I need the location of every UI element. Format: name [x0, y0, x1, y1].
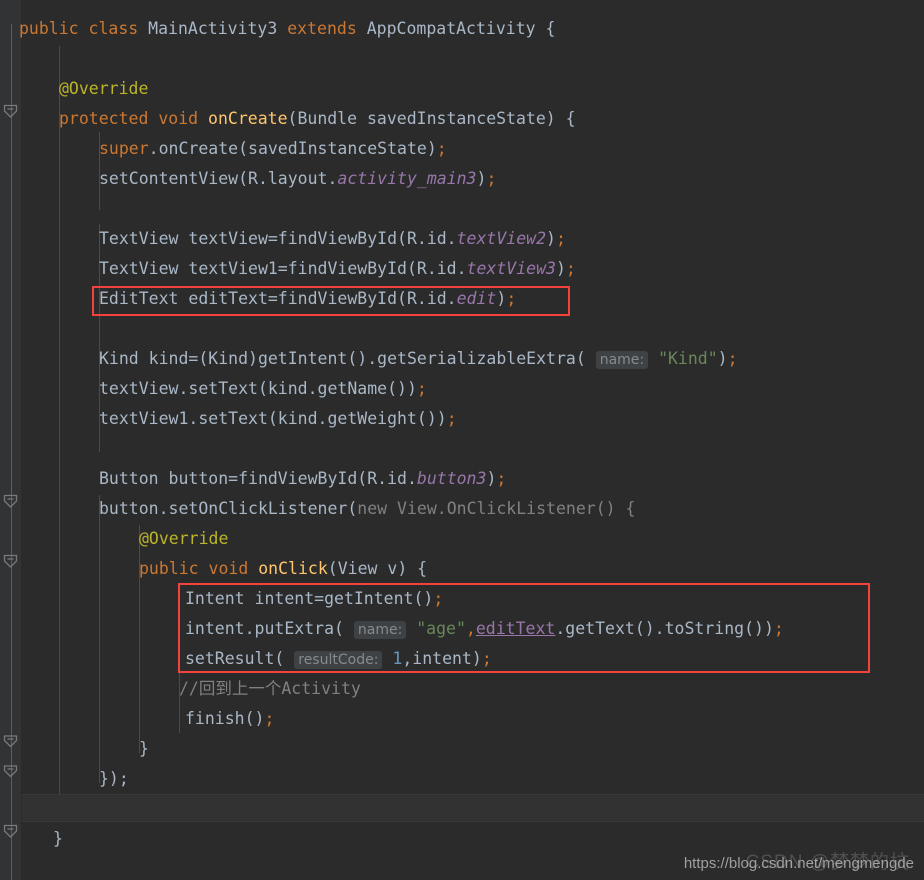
close-paren: ) [476, 169, 487, 188]
textview1-decl: TextView textView1=findViewById(R.id. [99, 259, 467, 278]
setonclicklistener-call: button.setOnClickListener( [99, 499, 358, 518]
edittext-decl: EditText editText=findViewById(R.id. [99, 289, 457, 308]
gettext-tostring-call: .getText().toString()) [555, 619, 774, 638]
id-field: edit [456, 289, 497, 308]
close-paren: ) [496, 289, 507, 308]
code-line: public void onClick(View v) { [139, 554, 427, 584]
code-line: button.setOnClickListener(new View.OnCli… [99, 494, 635, 524]
anonymous-class-type: View.OnClickListener() { [387, 499, 636, 518]
code-line: } [53, 824, 63, 854]
close-brace-class: } [53, 829, 63, 848]
code-line: TextView textView=findViewById(R.id.text… [99, 224, 566, 254]
code-line: textView.setText(kind.getName()); [99, 374, 427, 404]
code-line: @Override [59, 74, 148, 104]
semicolon: ; [773, 619, 784, 638]
number-literal: 1 [392, 649, 403, 668]
string-literal: "Kind" [658, 349, 718, 368]
close-paren: ) [555, 259, 566, 278]
code-line: intent.putExtra( name: "age",editText.ge… [185, 614, 784, 644]
code-line: TextView textView1=findViewById(R.id.tex… [99, 254, 576, 284]
semicolon: ; [416, 379, 427, 398]
code-editor[interactable]: public class MainActivity3 extends AppCo… [0, 0, 924, 880]
semicolon: ; [486, 169, 497, 188]
id-field: textView3 [466, 259, 556, 278]
code-line: }); [99, 764, 129, 794]
semicolon: ; [264, 709, 275, 728]
close-paren: ) [546, 229, 556, 248]
textview-decl: TextView textView=findViewById(R.id. [99, 229, 457, 248]
method-oncreate: onCreate [208, 109, 288, 128]
close-paren: ) [717, 349, 728, 368]
code-line: Kind kind=(Kind)getIntent().getSerializa… [99, 344, 738, 374]
inline-param-hint: name: [353, 621, 407, 639]
super-oncreate-call: .onCreate(savedInstanceState) [148, 139, 437, 158]
intent-decl: Intent intent=getIntent() [185, 589, 434, 608]
semicolon: ; [727, 349, 738, 368]
semicolon: ; [436, 139, 447, 158]
line-comment: //回到上一个Activity [179, 679, 361, 698]
code-line: finish(); [185, 704, 274, 734]
code-line: @Override [139, 524, 228, 554]
string-literal: "age" [416, 619, 466, 638]
method-params: (Bundle savedInstanceState) { [287, 109, 576, 128]
code-line: textView1.setText(kind.getWeight()); [99, 404, 457, 434]
keyword-public: public [19, 19, 79, 38]
code-text-layer[interactable]: public class MainActivity3 extends AppCo… [0, 0, 924, 880]
close-anon-class: }); [99, 769, 129, 788]
semicolon: ; [433, 589, 444, 608]
kind-decl: Kind kind=(Kind)getIntent().getSerializa… [99, 349, 586, 368]
layout-field: activity_main3 [337, 169, 477, 188]
textview1-settext-call: textView1.setText(kind.getWeight()) [99, 409, 447, 428]
button-decl: Button button=findViewById(R.id. [99, 469, 417, 488]
keyword-protected: protected [59, 109, 149, 128]
semicolon: ; [481, 649, 492, 668]
putextra-call: intent.putExtra( [185, 619, 344, 638]
code-line: setResult( resultCode: 1,intent); [185, 644, 492, 674]
code-line: EditText editText=findViewById(R.id.edit… [99, 284, 516, 314]
id-field: textView2 [456, 229, 547, 248]
id-field: button3 [416, 469, 487, 488]
keyword-new: new [357, 499, 388, 518]
comma: , [465, 619, 476, 638]
textview-settext-call: textView.setText(kind.getName()) [99, 379, 417, 398]
setresult-call: setResult( [185, 649, 285, 668]
semicolon: ; [446, 409, 457, 428]
class-name: MainActivity3 [148, 19, 278, 38]
keyword-public: public [139, 559, 199, 578]
annotation-override: @Override [59, 79, 149, 98]
method-params: (View v) { [327, 559, 428, 578]
code-line: Button button=findViewById(R.id.button3)… [99, 464, 506, 494]
annotation-override: @Override [139, 529, 229, 548]
open-brace: { [545, 19, 556, 38]
inline-param-hint: resultCode: [294, 651, 383, 669]
superclass-name: AppCompatActivity [366, 19, 536, 38]
keyword-super: super [99, 139, 149, 158]
keyword-void: void [208, 559, 249, 578]
close-paren: ) [486, 469, 497, 488]
method-onclick: onClick [258, 559, 328, 578]
code-line: } [139, 734, 149, 764]
code-line: Intent intent=getIntent(); [185, 584, 443, 614]
code-line: //回到上一个Activity [179, 674, 361, 704]
semicolon: ; [506, 289, 517, 308]
finish-call: finish() [185, 709, 265, 728]
keyword-extends: extends [287, 19, 357, 38]
keyword-class: class [88, 19, 139, 38]
setcontentview-call: setContentView(R.layout. [99, 169, 338, 188]
code-line: protected void onCreate(Bundle savedInst… [59, 104, 576, 134]
blog-url-watermark: https://blog.csdn.net/mengmengde [683, 855, 914, 872]
code-line: setContentView(R.layout.activity_main3); [99, 164, 496, 194]
variable-edittext: editText [475, 619, 556, 638]
code-line: super.onCreate(savedInstanceState); [99, 134, 447, 164]
semicolon: ; [565, 259, 576, 278]
code-line: public class MainActivity3 extends AppCo… [19, 14, 555, 44]
close-brace: } [139, 739, 149, 758]
setresult-args: ,intent) [402, 649, 482, 668]
inline-param-hint: name: [595, 351, 649, 369]
semicolon: ; [496, 469, 507, 488]
semicolon: ; [555, 229, 566, 248]
keyword-void: void [158, 109, 199, 128]
